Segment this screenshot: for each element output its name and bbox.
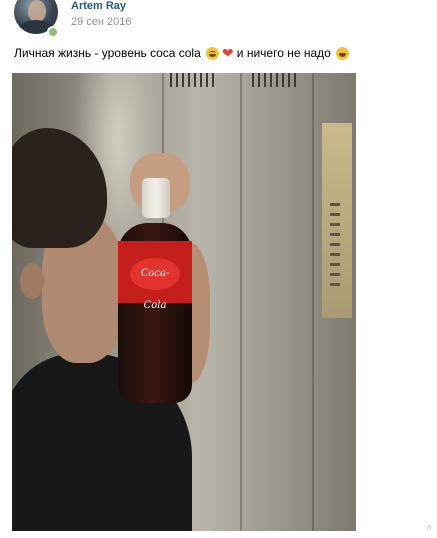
post-text-end: и ничего не надо xyxy=(236,46,331,60)
chevron-up-icon[interactable]: ^ xyxy=(423,523,435,537)
ceiling-vent xyxy=(252,73,298,87)
elevator-panel-buttons xyxy=(330,203,340,293)
avatar-face-shape xyxy=(28,0,46,22)
elevator-wall-seam xyxy=(240,73,242,531)
bottle-cap xyxy=(142,178,170,218)
online-status-icon xyxy=(47,26,59,38)
post-date-link[interactable]: 29 сен 2016 xyxy=(71,16,132,28)
red-heart-emoji-icon: ❤ xyxy=(221,44,234,61)
ceiling-vent xyxy=(170,73,216,87)
author-name-link[interactable]: Artem Ray xyxy=(71,0,126,12)
post-text: Личная жизнь - уровень coca cola ❤ и нич… xyxy=(14,46,350,60)
elevator-wall-seam xyxy=(312,73,314,531)
grinning-emoji-icon xyxy=(335,46,349,60)
post-text-start: Личная жизнь - уровень coca cola xyxy=(14,46,201,60)
tears-of-joy-emoji-icon xyxy=(205,46,219,60)
wall-post: Artem Ray 29 сен 2016 Личная жизнь - уро… xyxy=(0,0,437,538)
person-ear-shape xyxy=(20,263,44,299)
post-photo[interactable]: Coca-Cola xyxy=(12,73,356,531)
cola-logo: Coca-Cola xyxy=(130,258,180,311)
